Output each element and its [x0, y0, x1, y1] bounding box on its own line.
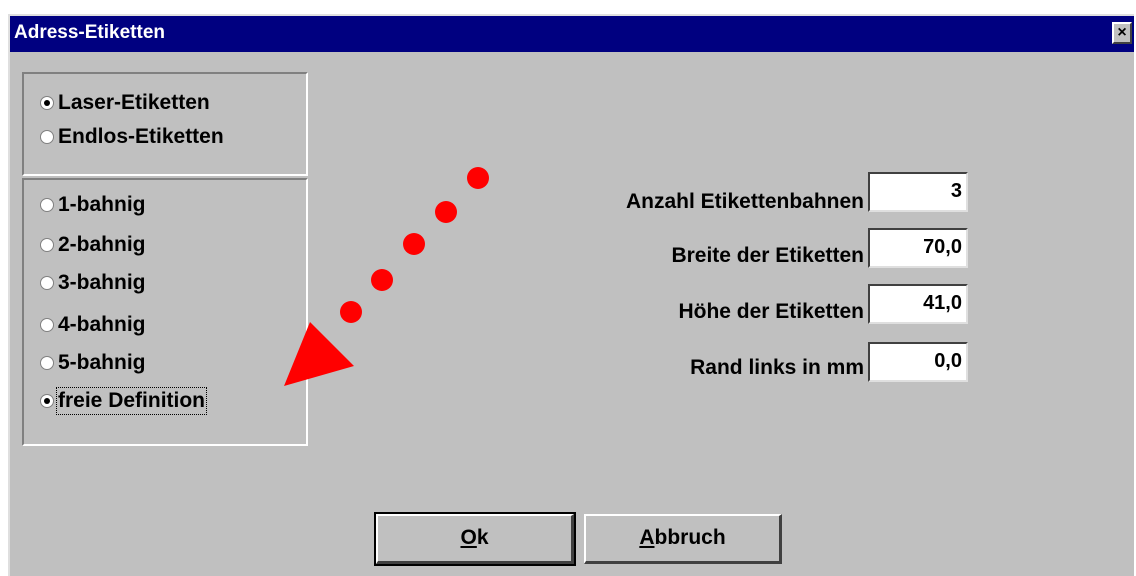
- radio-unchecked-icon[interactable]: [40, 318, 54, 332]
- radio-label: 4-bahnig: [58, 313, 146, 336]
- margin-label: Rand links in mm: [690, 356, 864, 379]
- close-button[interactable]: ×: [1112, 22, 1132, 44]
- cancel-mnemonic: A: [639, 526, 655, 549]
- ok-mnemonic: O: [460, 526, 477, 549]
- radio-label: Laser-Etiketten: [58, 91, 210, 114]
- radio-label: Endlos-Etiketten: [58, 125, 224, 148]
- radio-label: 2-bahnig: [58, 233, 146, 256]
- margin-input[interactable]: 0,0: [868, 342, 968, 382]
- radio-unchecked-icon[interactable]: [40, 238, 54, 252]
- radio-laser-etiketten[interactable]: Laser-Etiketten: [40, 88, 210, 118]
- cancel-button[interactable]: Abbruch: [584, 514, 782, 564]
- radio-unchecked-icon[interactable]: [40, 130, 54, 144]
- radio-2-bahnig[interactable]: 2-bahnig: [40, 230, 146, 260]
- height-input[interactable]: 41,0: [868, 284, 968, 324]
- tracks-group: 1-bahnig 2-bahnig 3-bahnig 4-bahnig 5-ba…: [22, 178, 308, 446]
- width-input[interactable]: 70,0: [868, 228, 968, 268]
- ok-label: k: [476, 526, 489, 549]
- radio-label: 3-bahnig: [58, 271, 146, 294]
- radio-3-bahnig[interactable]: 3-bahnig: [40, 268, 146, 298]
- label-type-group: Laser-Etiketten Endlos-Etiketten: [22, 72, 308, 176]
- dialog-window: Adress-Etiketten × Laser-Etiketten Endlo…: [8, 14, 1134, 576]
- title-bar[interactable]: Adress-Etiketten ×: [10, 16, 1134, 52]
- radio-freie-definition[interactable]: freie Definition: [40, 386, 208, 416]
- cancel-label: bbruch: [654, 526, 726, 549]
- window-title: Adress-Etiketten: [14, 22, 165, 43]
- radio-5-bahnig[interactable]: 5-bahnig: [40, 348, 146, 378]
- radio-checked-icon[interactable]: [40, 96, 54, 110]
- radio-unchecked-icon[interactable]: [40, 276, 54, 290]
- close-icon: ×: [1117, 24, 1127, 41]
- radio-unchecked-icon[interactable]: [40, 198, 54, 212]
- count-label: Anzahl Etikettenbahnen: [625, 190, 864, 213]
- radio-1-bahnig[interactable]: 1-bahnig: [40, 190, 146, 220]
- radio-unchecked-icon[interactable]: [40, 356, 54, 370]
- radio-label: freie Definition: [55, 387, 208, 415]
- count-input[interactable]: 3: [868, 172, 968, 212]
- radio-label: 5-bahnig: [58, 351, 146, 374]
- radio-label: 1-bahnig: [58, 193, 146, 216]
- height-label: Höhe der Etiketten: [678, 300, 864, 323]
- ok-button[interactable]: Ok: [374, 512, 576, 566]
- radio-checked-icon[interactable]: [40, 394, 54, 408]
- width-label: Breite der Etiketten: [671, 244, 864, 267]
- radio-4-bahnig[interactable]: 4-bahnig: [40, 310, 146, 340]
- radio-endlos-etiketten[interactable]: Endlos-Etiketten: [40, 122, 224, 152]
